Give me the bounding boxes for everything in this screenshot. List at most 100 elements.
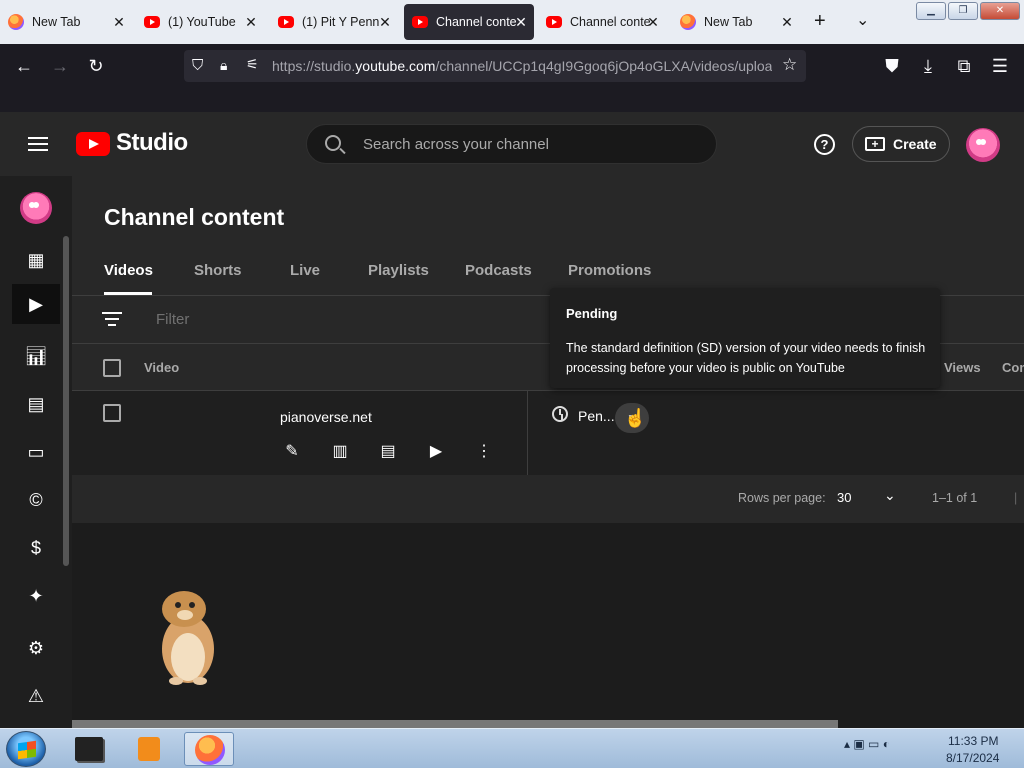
url-text: https://studio.youtube.com/channel/UCCp1… [272, 58, 772, 74]
subtitles-icon[interactable]: ▭ [16, 432, 56, 472]
taskbar-app-media[interactable] [124, 732, 174, 766]
earn-icon[interactable]: $ [16, 528, 56, 568]
forward-icon[interactable]: → [46, 54, 74, 78]
rows-per-page-select[interactable]: 30 [837, 490, 851, 505]
add-video-icon: + [865, 137, 885, 151]
tab-live[interactable]: Live [290, 262, 320, 279]
close-icon[interactable]: ✕ [110, 14, 128, 31]
pagination-bar: Rows per page: 30 ⌄ 1–1 of 1 | [72, 475, 1024, 523]
browser-tab[interactable]: (1) Pit Y Penn ✕ [270, 4, 398, 40]
customization-icon[interactable]: ✦ [16, 576, 56, 616]
browser-tab[interactable]: New Tab ✕ [0, 4, 132, 40]
bookmark-star-icon[interactable]: ☆ [782, 55, 797, 75]
dashboard-icon[interactable]: ▦ [16, 240, 56, 280]
tab-playlists[interactable]: Playlists [368, 262, 429, 279]
edit-pencil-icon[interactable]: ✎ [281, 441, 303, 463]
sidebar: ▦ ▶ 📊︎ ▤ ▭ © $ ✦ ⚙ ⚠ [0, 176, 72, 728]
search-bar[interactable]: Search across your channel [306, 124, 717, 164]
chevron-down-icon[interactable]: ⌄ [884, 487, 896, 504]
channel-avatar[interactable] [20, 192, 52, 224]
comments-icon[interactable]: ▤ [377, 441, 399, 463]
youtube-icon [144, 16, 160, 28]
window-close-button[interactable]: ✕ [980, 2, 1020, 20]
tracking-shield-icon[interactable]: ⛉ [192, 57, 203, 74]
close-icon[interactable]: ✕ [778, 14, 796, 31]
taskbar: ▴ ▣ ▭ ◐ 11:33 PM 8/17/2024 [0, 728, 1024, 768]
menu-icon[interactable]: ☰ [986, 54, 1014, 78]
youtube-play-icon[interactable]: ▶ [425, 441, 447, 463]
column-header-views[interactable]: Views [944, 360, 981, 375]
youtube-logo-icon[interactable] [76, 132, 110, 156]
copyright-icon[interactable]: © [16, 480, 56, 520]
tooltip-body: The standard definition (SD) version of … [566, 341, 926, 375]
search-icon[interactable] [325, 135, 341, 151]
tab-shorts[interactable]: Shorts [194, 262, 242, 279]
sidebar-scrollbar[interactable] [63, 236, 69, 566]
system-tray[interactable]: ▴ ▣ ▭ ◐ [844, 737, 890, 751]
tab-list-button[interactable]: ⌄ [856, 10, 869, 30]
tab-podcasts[interactable]: Podcasts [465, 262, 532, 279]
rows-per-page-label: Rows per page: [738, 491, 826, 505]
browser-tab-active[interactable]: Channel conte ✕ [404, 4, 534, 40]
browser-tab[interactable]: Channel conte ✕ [538, 4, 666, 40]
new-tab-button[interactable]: + [814, 10, 826, 33]
close-icon[interactable]: ✕ [644, 14, 662, 31]
table-row[interactable]: pianoverse.net ✎ ▥ ▤ ▶ ⋮ Pen... ▾ ☝ [72, 391, 1024, 475]
filter-input[interactable]: Filter [156, 311, 189, 328]
downloads-icon[interactable]: ⤓ [914, 54, 942, 78]
column-header-video[interactable]: Video [144, 360, 179, 375]
browser-tab[interactable]: New Tab ✕ [672, 4, 800, 40]
back-icon[interactable]: ← [10, 54, 38, 78]
studio-logo-text[interactable]: Studio [116, 129, 188, 157]
settings-icon[interactable]: ⚙ [16, 628, 56, 668]
browser-tab[interactable]: (1) YouTube ✕ [136, 4, 264, 40]
close-icon[interactable]: ✕ [242, 14, 260, 31]
youtube-icon [412, 16, 428, 28]
clock-time[interactable]: 11:33 PM [948, 734, 998, 748]
page-range-text: 1–1 of 1 [932, 491, 978, 505]
select-all-checkbox[interactable] [103, 359, 121, 377]
account-avatar[interactable] [966, 128, 1000, 162]
clock-icon [552, 406, 568, 422]
url-bar[interactable]: ⛉ 🔒︎ ⚟ https://studio.youtube.com/channe… [184, 50, 806, 82]
tab-videos[interactable]: Videos [104, 262, 153, 279]
taskbar-app-firefox[interactable] [184, 732, 234, 766]
horizontal-scrollbar[interactable] [72, 720, 838, 728]
lock-icon[interactable]: 🔒︎ [220, 57, 227, 74]
hamburger-menu-icon[interactable] [28, 137, 48, 151]
content-icon[interactable]: ▶ [12, 284, 60, 324]
start-button[interactable] [6, 731, 46, 767]
status-text: Pen... [578, 408, 615, 424]
extensions-icon[interactable]: ⧉ [950, 54, 978, 78]
pocket-icon[interactable]: ⛊ [878, 54, 906, 78]
minimize-button[interactable]: ▁ [916, 2, 946, 20]
comments-icon[interactable]: ▤ [16, 384, 56, 424]
page-title: Channel content [104, 204, 285, 230]
analytics-icon[interactable]: 📊︎ [16, 336, 56, 376]
row-checkbox[interactable] [103, 404, 121, 422]
clock-date[interactable]: 8/17/2024 [946, 751, 999, 765]
taskbar-app-terminal[interactable] [64, 732, 114, 766]
video-title[interactable]: pianoverse.net [280, 409, 372, 425]
status-tooltip: Pending The standard definition (SD) ver… [550, 288, 940, 388]
column-header-comments[interactable]: Com [1002, 360, 1024, 375]
search-input[interactable]: Search across your channel [363, 136, 549, 153]
close-icon[interactable]: ✕ [512, 14, 530, 31]
studio-header: Studio Search across your channel ? + Cr… [0, 112, 1024, 176]
restore-button[interactable]: ❐ [948, 2, 978, 20]
tooltip-title: Pending [566, 306, 618, 321]
more-options-icon[interactable]: ⋮ [473, 441, 495, 463]
pager-separator: | [1014, 491, 1018, 505]
tab-promotions[interactable]: Promotions [568, 262, 651, 279]
studio-page: Studio Search across your channel ? + Cr… [0, 112, 1024, 728]
filter-icon[interactable] [102, 312, 122, 330]
analytics-icon[interactable]: ▥ [329, 441, 351, 463]
hamster-sticker [162, 591, 214, 685]
firefox-icon [680, 14, 696, 30]
permissions-icon[interactable]: ⚟ [246, 56, 259, 73]
help-icon[interactable]: ? [814, 134, 835, 155]
close-icon[interactable]: ✕ [376, 14, 394, 31]
reload-icon[interactable]: ↻ [82, 54, 110, 78]
create-button[interactable]: + Create [852, 126, 950, 162]
feedback-icon[interactable]: ⚠ [16, 676, 56, 716]
